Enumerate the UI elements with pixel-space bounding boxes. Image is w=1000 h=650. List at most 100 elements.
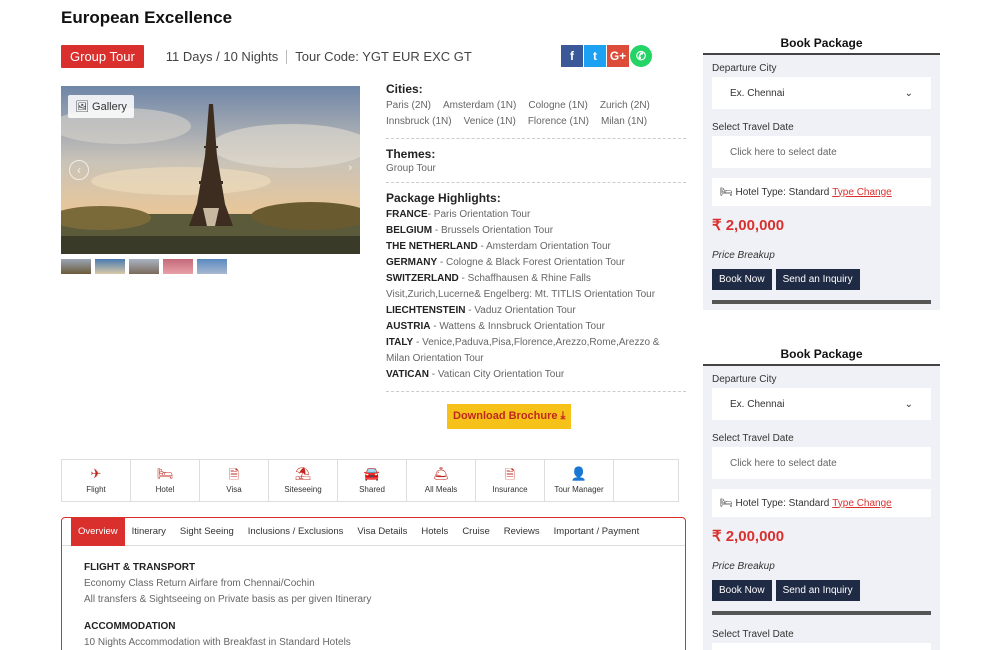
departure-city-select[interactable]: Ex. Chennai ⌄ [712, 388, 931, 420]
send-inquiry-button[interactable]: Send an Inquiry [775, 269, 860, 290]
highlight-country: THE NETHERLAND [386, 241, 478, 252]
amenities-bar: ✈ Flight 🛏 Hotel 🗎 Visa ⛱ Siteseeing 🚘 Shared… [61, 459, 679, 502]
thumbnail[interactable] [129, 259, 159, 274]
google-plus-icon[interactable]: G+ [607, 45, 629, 67]
tour-meta: Group Tour 11 Days / 10 Nights Tour Code… [61, 45, 472, 68]
chevron-left-icon[interactable]: ‹ [69, 160, 89, 180]
divider [286, 49, 288, 64]
chevron-down-icon: ⌄ [904, 398, 913, 410]
overview-content: FLIGHT & TRANSPORT Economy Class Return … [62, 546, 685, 650]
price-breakup-link[interactable]: Price Breakup [712, 250, 931, 261]
thumbnail-strip [61, 259, 227, 274]
date-label: Select Travel Date [712, 433, 794, 444]
highlight-detail: - Brussels Orientation Tour [432, 225, 554, 236]
hero-image[interactable]: 🖼 Gallery ‹ › [61, 86, 360, 254]
share-buttons: f t G+ ✆ [561, 45, 652, 67]
book-package-panel: Book Package Departure City Ex. Chennai ⌄… [703, 344, 940, 650]
city: Milan (1N) [600, 116, 648, 127]
tab-hotels[interactable]: Hotels [414, 518, 455, 546]
tab-important-payment[interactable]: Important / Payment [547, 518, 647, 546]
highlight-country: LIECHTENSTEIN [386, 305, 466, 316]
highlight-detail: - Vatican City Orientation Tour [428, 369, 565, 380]
date-label: Select Travel Date [712, 629, 794, 640]
amenity-label: Shared [359, 485, 385, 494]
person-icon: 👤 [570, 466, 588, 481]
tab-cruise[interactable]: Cruise [455, 518, 496, 546]
divider [386, 182, 686, 183]
highlight-detail: - Venice,Paduva,Pisa,Florence,Arezzo,Rom… [386, 337, 660, 364]
travel-date-input[interactable]: Click here to select date [712, 136, 931, 168]
type-change-link[interactable]: Type Change [832, 187, 892, 198]
amenity-meals: 🛎 All Meals [407, 460, 476, 501]
amenity-hotel: 🛏 Hotel [131, 460, 200, 501]
amenity-label: Hotel [155, 485, 175, 494]
document-icon: 🗎 [504, 467, 516, 482]
highlight-country: SWITZERLAND [386, 273, 459, 284]
highlight-country: ITALY [386, 337, 414, 348]
facebook-icon[interactable]: f [561, 45, 583, 67]
highlight-country: AUSTRIA [386, 321, 431, 332]
highlight-item: AUSTRIA - Wattens & Innsbruck Orientatio… [386, 319, 686, 335]
city: Florence (1N) [527, 116, 589, 127]
thumbnail[interactable] [61, 259, 91, 274]
thumbnail[interactable] [197, 259, 227, 274]
tab-reviews[interactable]: Reviews [497, 518, 547, 546]
package-price: ₹ 2,00,000 [712, 528, 785, 545]
highlight-detail: - Cologne & Black Forest Orientation Tou… [437, 257, 625, 268]
highlight-country: FRANCE [386, 209, 428, 220]
book-now-button[interactable]: Book Now [712, 580, 772, 601]
type-change-link[interactable]: Type Change [832, 498, 892, 509]
hotel-type-row: 🛏 Hotel Type: Standard Type Change [712, 178, 931, 206]
travel-date-input[interactable] [712, 643, 931, 650]
highlight-country: GERMANY [386, 257, 438, 268]
highlight-detail: - Vaduz Orientation Tour [465, 305, 576, 316]
tab-inclusions[interactable]: Inclusions / Exclusions [241, 518, 351, 546]
tab-sight-seeing[interactable]: Sight Seeing [173, 518, 241, 546]
whatsapp-icon[interactable]: ✆ [630, 45, 652, 67]
package-price: ₹ 2,00,000 [712, 217, 785, 234]
amenity-label: Siteseeing [284, 485, 322, 494]
highlight-item: SWITZERLAND - Schaffhausen & Rhine Falls… [386, 271, 686, 303]
cloche-icon: 🛎 [432, 466, 450, 481]
tab-itinerary[interactable]: Itinerary [125, 518, 173, 546]
tab-visa-details[interactable]: Visa Details [350, 518, 414, 546]
overview-line: All transfers & Sightseeing on Private b… [84, 594, 372, 605]
amenity-insurance: 🗎 Insurance [476, 460, 545, 501]
bed-icon: 🛏 [156, 466, 174, 481]
send-inquiry-button[interactable]: Send an Inquiry [775, 580, 860, 601]
tour-code: Tour Code: YGT EUR EXC GT [295, 49, 472, 64]
city: Paris (2N) [386, 100, 432, 111]
travel-date-input[interactable]: Click here to select date [712, 447, 931, 479]
umbrella-icon: ⛱ [294, 466, 312, 481]
divider [386, 391, 686, 392]
departure-value: Ex. Chennai [730, 87, 785, 99]
theme-value: Group Tour [386, 163, 436, 174]
gallery-button[interactable]: 🖼 Gallery [68, 95, 134, 118]
book-now-button[interactable]: Book Now [712, 269, 772, 290]
departure-label: Departure City [712, 63, 777, 74]
thumbnail[interactable] [163, 259, 193, 274]
download-brochure-button[interactable]: Download Brochure ⤓ [447, 404, 572, 429]
twitter-icon[interactable]: t [584, 45, 606, 67]
book-panel-heading: Book Package [703, 344, 940, 366]
price-breakup-link[interactable]: Price Breakup [712, 561, 931, 572]
gallery-label: Gallery [92, 101, 127, 113]
amenity-label: Tour Manager [554, 485, 604, 494]
cities-list: Paris (2N) Amsterdam (1N) Cologne (1N) Z… [386, 98, 666, 130]
document-icon: 🗎 [228, 467, 240, 482]
book-package-panel: Book Package Departure City Ex. Chennai ⌄… [703, 33, 940, 310]
highlight-item: ITALY - Venice,Paduva,Pisa,Florence,Arez… [386, 335, 686, 367]
city: Cologne (1N) [528, 100, 588, 111]
tab-overview[interactable]: Overview [71, 517, 125, 546]
city: Amsterdam (1N) [443, 100, 517, 111]
amenity-label: Flight [86, 485, 106, 494]
amenity-visa: 🗎 Visa [200, 460, 269, 501]
chevron-right-icon[interactable]: › [348, 162, 352, 174]
city: Venice (1N) [463, 116, 516, 127]
highlight-item: FRANCE- Paris Orientation Tour [386, 207, 686, 223]
overview-line: Economy Class Return Airfare from Chenna… [84, 578, 315, 589]
thumbnail[interactable] [95, 259, 125, 274]
departure-city-select[interactable]: Ex. Chennai ⌄ [712, 77, 931, 109]
divider [712, 300, 931, 304]
tour-duration: 11 Days / 10 Nights [165, 49, 279, 64]
